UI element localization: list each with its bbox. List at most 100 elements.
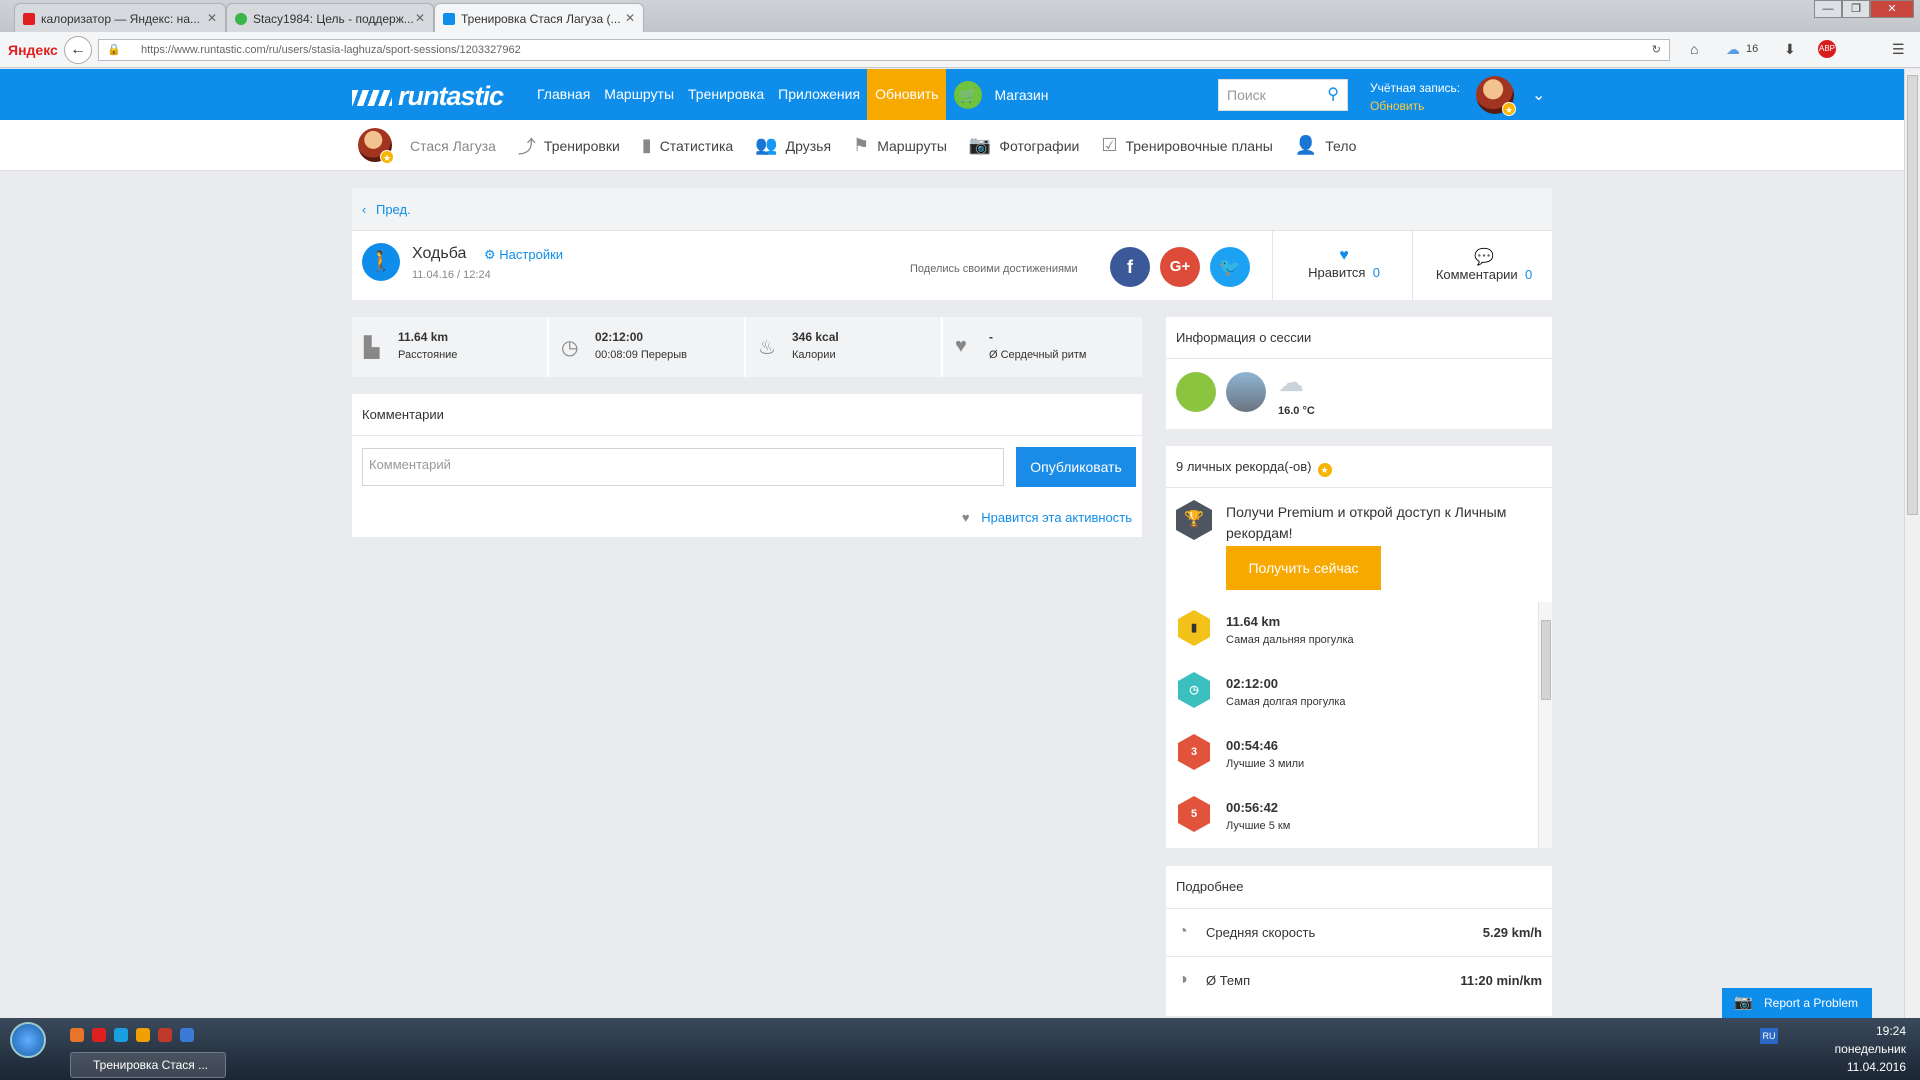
subnav-label: Статистика bbox=[659, 137, 734, 154]
language-indicator[interactable]: RU bbox=[1760, 1028, 1778, 1044]
person-icon: 👤 bbox=[1294, 135, 1318, 155]
star-icon: ★ bbox=[1317, 463, 1332, 477]
detail-value: 5.29 km/h bbox=[1482, 925, 1542, 940]
desktop-icon[interactable] bbox=[180, 1028, 194, 1042]
maximize-icon[interactable]: ❐ bbox=[1842, 0, 1870, 18]
activity-datetime: 11.04.16 / 12:24 bbox=[412, 269, 491, 281]
subnav-item-routes[interactable]: ⚑ Маршруты bbox=[853, 135, 947, 156]
subnav-user-name[interactable]: Стася Лагуза bbox=[410, 138, 496, 154]
list-item: ◷ 02:12:00 Самая долгая прогулка bbox=[1166, 664, 1536, 724]
home-icon[interactable]: ⌂ bbox=[1690, 41, 1698, 57]
session-info-title: Информация о сессии bbox=[1166, 317, 1552, 359]
likes-block[interactable]: ♥ Нравится 0 bbox=[1296, 247, 1392, 280]
like-activity-link[interactable]: ♥ Нравится эта активность bbox=[962, 510, 1132, 525]
firefox-icon[interactable] bbox=[70, 1028, 84, 1042]
stat-value: 11.64 km bbox=[398, 330, 449, 344]
comments-block[interactable]: 💬 Комментарии 0 bbox=[1424, 247, 1544, 282]
arrow-left-icon: ← bbox=[70, 41, 86, 58]
close-window-icon[interactable]: ✕ bbox=[1870, 0, 1914, 18]
subnav-item-statistics[interactable]: ▮ Статистика bbox=[642, 135, 733, 156]
yandex-browser-icon[interactable] bbox=[92, 1028, 106, 1042]
adblock-icon[interactable]: ABP bbox=[1818, 40, 1836, 58]
subnav-item-friends[interactable]: 👥 Друзья bbox=[755, 135, 831, 156]
stat-value: 02:12:00 bbox=[595, 330, 644, 344]
window-controls: — ❐ ✕ bbox=[1814, 0, 1914, 18]
settings-link[interactable]: ⚙ Настройки bbox=[484, 247, 563, 263]
records-title: 9 личных рекорда(-ов) ★ bbox=[1166, 446, 1552, 488]
download-icon[interactable]: ⬇ bbox=[1784, 41, 1796, 58]
list-item: ▮ 11.64 km Самая дальняя прогулка bbox=[1166, 602, 1536, 662]
premium-star-icon: ★ bbox=[380, 150, 394, 164]
browser-tab-1[interactable]: калоризатор — Яндекс: на... ✕ bbox=[14, 3, 226, 32]
nav-training[interactable]: Тренировка bbox=[681, 69, 771, 120]
chevron-down-icon[interactable]: ⌄ bbox=[1532, 85, 1545, 105]
temperature-value: 16.0 °C bbox=[1278, 405, 1315, 417]
back-button[interactable]: ← bbox=[64, 36, 92, 64]
close-tab-icon[interactable]: ✕ bbox=[415, 11, 425, 25]
runtastic-logo[interactable]: runtastic bbox=[352, 81, 504, 112]
detail-label: Средняя скорость bbox=[1206, 925, 1316, 940]
comments-card-title: Комментарии bbox=[352, 394, 1142, 436]
yandex-logo[interactable]: Яндекс bbox=[8, 42, 58, 58]
clock-day: понедельник bbox=[1834, 1042, 1906, 1056]
search-input[interactable]: Поиск ⚲ bbox=[1218, 79, 1348, 111]
browser-tab-3[interactable]: Тренировка Стася Лагуза (... ✕ bbox=[434, 3, 644, 32]
close-tab-icon[interactable]: ✕ bbox=[625, 11, 635, 25]
menu-icon[interactable]: ☰ bbox=[1892, 41, 1905, 58]
reload-icon[interactable]: ↻ bbox=[1652, 40, 1661, 60]
comment-input[interactable]: Комментарий bbox=[362, 448, 1004, 486]
scrollbar-thumb[interactable] bbox=[1541, 620, 1551, 700]
records-scrollbar[interactable] bbox=[1538, 602, 1552, 848]
subnav-item-trainings[interactable]: ⤴ Тренировки bbox=[518, 133, 620, 159]
account-block[interactable]: Учётная запись: Обновить bbox=[1370, 79, 1460, 115]
windows-taskbar: Тренировка Стася ... RU 19:24 понедельни… bbox=[0, 1018, 1920, 1080]
brand-text: runtastic bbox=[398, 81, 504, 111]
prev-link[interactable]: ‹ Пред. bbox=[352, 188, 1552, 230]
road-icon: ▙ bbox=[364, 337, 380, 359]
yandex-logo-text: Яндекс bbox=[8, 42, 58, 58]
nav-home[interactable]: Главная bbox=[530, 69, 597, 120]
twitter-icon: 🐦 bbox=[1218, 257, 1242, 277]
cloud-count: 16 bbox=[1746, 43, 1759, 55]
clock-date: 11.04.2016 bbox=[1846, 1060, 1906, 1074]
report-problem-button[interactable]: 📷 Report a Problem bbox=[1722, 988, 1872, 1018]
stat-label: Расстояние bbox=[398, 349, 458, 361]
search-icon[interactable]: ⚲ bbox=[1327, 80, 1339, 110]
nav-update-button[interactable]: Обновить bbox=[867, 69, 947, 120]
app-icon[interactable] bbox=[158, 1028, 172, 1042]
subnav-item-body[interactable]: 👤 Тело bbox=[1295, 135, 1357, 156]
taskbar-window-button[interactable]: Тренировка Стася ... bbox=[70, 1052, 226, 1078]
nav-apps[interactable]: Приложения bbox=[771, 69, 867, 120]
address-bar[interactable]: 🔒 https://www.runtastic.com/ru/users/sta… bbox=[98, 39, 1670, 61]
skype-icon[interactable] bbox=[114, 1028, 128, 1042]
session-info-card: Информация о сессии ☁ 16.0 °C bbox=[1166, 317, 1552, 429]
nav-routes[interactable]: Маршруты bbox=[597, 69, 681, 120]
runner-icon: ⤴ bbox=[517, 136, 536, 157]
scrollbar-thumb[interactable] bbox=[1907, 75, 1918, 515]
cloud-icon[interactable]: ☁ bbox=[1726, 41, 1740, 58]
account-label: Учётная запись: bbox=[1370, 81, 1461, 95]
publish-button[interactable]: Опубликовать bbox=[1016, 447, 1136, 487]
subnav-item-photos[interactable]: 📷 Фотографии bbox=[969, 135, 1079, 156]
record-value: 00:54:46 bbox=[1226, 738, 1279, 753]
records-title-text: 9 личных рекорда(-ов) bbox=[1176, 459, 1312, 474]
facebook-share-button[interactable]: f bbox=[1110, 247, 1150, 287]
detail-value: 11:20 min/km bbox=[1460, 973, 1542, 988]
report-label: Report a Problem bbox=[1764, 996, 1859, 1010]
system-clock[interactable]: 19:24 понедельник 11.04.2016 bbox=[1835, 1022, 1906, 1076]
account-upgrade-link[interactable]: Обновить bbox=[1370, 97, 1460, 115]
media-player-icon[interactable] bbox=[136, 1028, 150, 1042]
browser-tab-2[interactable]: Stacy1984: Цель - поддерж... ✕ bbox=[226, 3, 434, 32]
google-plus-share-button[interactable]: G+ bbox=[1160, 247, 1200, 287]
twitter-share-button[interactable]: 🐦 bbox=[1210, 247, 1250, 287]
get-now-button[interactable]: Получить сейчас bbox=[1226, 546, 1381, 590]
subnav-item-plans[interactable]: ☑ Тренировочные планы bbox=[1101, 135, 1272, 156]
start-button[interactable] bbox=[10, 1022, 46, 1058]
nav-shop[interactable]: 🛒 Магазин bbox=[946, 69, 1056, 120]
minimize-icon[interactable]: — bbox=[1814, 0, 1842, 18]
close-tab-icon[interactable]: ✕ bbox=[207, 11, 217, 25]
gear-icon: ⚙ bbox=[484, 247, 496, 262]
like-activity-label: Нравится эта активность bbox=[981, 510, 1132, 525]
search-placeholder: Поиск bbox=[1227, 87, 1266, 103]
page-scrollbar[interactable] bbox=[1904, 69, 1920, 1019]
